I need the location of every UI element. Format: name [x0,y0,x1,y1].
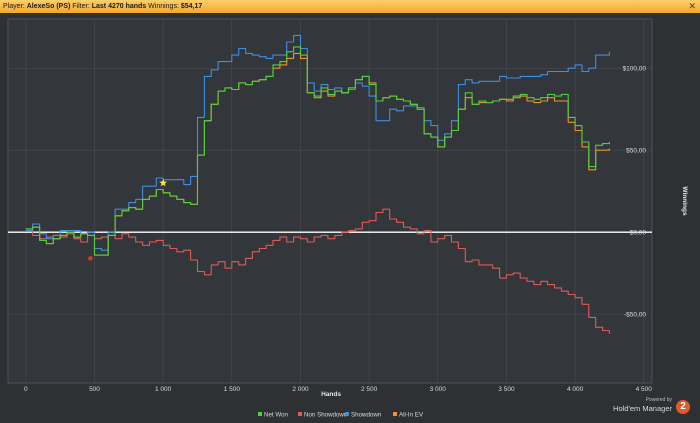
x-tick-label: 3 500 [498,386,515,393]
filter-label: Filter: [72,3,90,10]
winnings-value: $54,17 [180,3,203,10]
y-axis-label: Winnings [681,186,688,216]
plot-background [7,18,653,384]
player-name: AlexeSo (PS) [26,3,71,10]
x-tick-label: 0 [24,386,28,393]
y-tick-label: $50,00 [626,148,646,155]
x-tick-label: 2 500 [361,386,378,393]
brand-powered-by: Powered by [645,397,672,403]
close-icon[interactable]: ✕ [688,0,696,13]
legend-swatch-all-in-ev [393,412,397,416]
x-tick-label: 2 000 [292,386,309,393]
dot-marker [88,256,93,261]
legend-label-non-showdown: Non Showdown [304,412,348,419]
legend-label-all-in-ev: All-In EV [399,412,424,419]
filter-bar: Player: AlexeSo (PS) Filter: Last 4270 h… [0,0,700,13]
y-tick-label: $0,00 [630,230,647,237]
winnings-chart: 0 500 1 000 1 500 2 000 2 500 3 000 3 500 4 000 4… [7,18,688,419]
legend-label-showdown: Showdown [351,412,382,419]
x-tick-label: 500 [89,386,100,393]
brand-version-badge: 2 [676,400,690,414]
x-axis-label: Hands [321,391,341,398]
brand-logo: Powered by Hold'em Manager 2 [612,397,692,419]
legend-swatch-net-won [258,412,262,416]
legend: Net Won Non Showdown Showdown All-In EV [258,412,424,419]
y-tick-label: $100,00 [623,66,647,73]
x-tick-label: 4 500 [636,386,653,393]
legend-swatch-non-showdown [298,412,302,416]
y-tick-label: -$50,00 [624,312,646,319]
x-tick-label: 1 500 [224,386,241,393]
filter-value: Last 4270 hands [91,3,147,10]
x-tick-label: 4 000 [567,386,584,393]
legend-label-net-won: Net Won [264,412,289,419]
player-label: Player: [3,3,25,10]
x-tick-label: 1 000 [155,386,172,393]
brand-name: Hold'em Manager [613,404,672,413]
legend-swatch-showdown [345,412,349,416]
winnings-label: Winnings: [148,3,179,10]
x-tick-label: 3 000 [430,386,447,393]
